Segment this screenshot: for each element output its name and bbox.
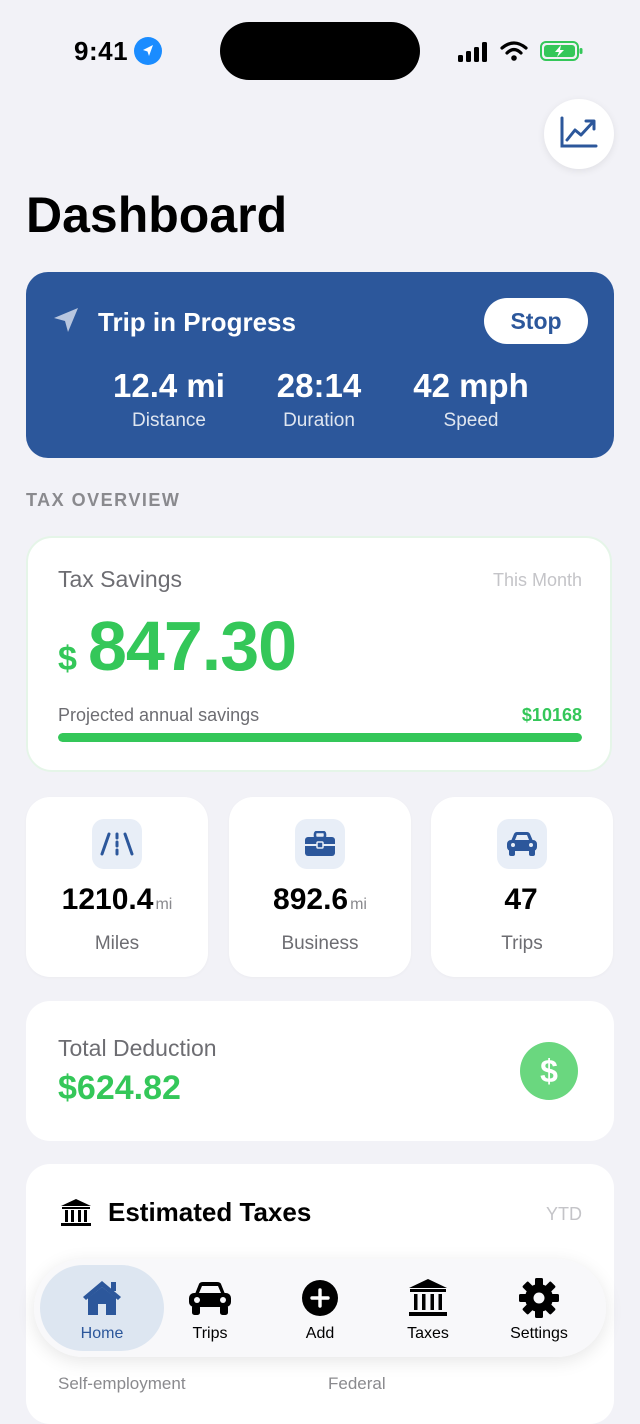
- trip-stat-value: 12.4 mi: [113, 367, 225, 404]
- car-icon: [187, 1277, 233, 1319]
- dollar-icon: $: [520, 1042, 578, 1100]
- chart-trend-icon: [560, 116, 598, 153]
- progress-fill: [58, 733, 582, 742]
- stat-number: 892.6: [273, 883, 349, 916]
- trip-stat-speed: 42 mph Speed: [404, 366, 538, 432]
- page-title: Dashboard: [26, 187, 288, 243]
- total-deduction-card[interactable]: Total Deduction $624.82 $: [26, 1001, 614, 1141]
- projected-savings-label: Projected annual savings: [58, 705, 260, 725]
- stat-unit: mi: [350, 896, 367, 913]
- tab-label: Settings: [510, 1325, 568, 1342]
- stat-value-business: 892.6 mi: [229, 883, 411, 917]
- tax-savings-currency: $: [58, 640, 77, 678]
- status-time: 9:41: [74, 36, 129, 66]
- stat-number: 47: [504, 883, 538, 916]
- tab-settings[interactable]: Settings: [484, 1259, 594, 1357]
- car-icon: [497, 819, 547, 869]
- tab-label: Add: [305, 1325, 335, 1342]
- house-icon: [80, 1277, 124, 1319]
- section-label-tax-overview: TAX OVERVIEW: [26, 490, 181, 510]
- estimated-taxes-title: Estimated Taxes: [108, 1197, 312, 1227]
- tab-bar: Home Trips Add Taxes Settings: [34, 1259, 606, 1357]
- road-icon: [92, 819, 142, 869]
- tax-savings-title: Tax Savings: [58, 566, 183, 592]
- trip-stat-distance: 12.4 mi Distance: [106, 366, 232, 432]
- dynamic-island: [220, 22, 420, 80]
- battery-charging-icon: [540, 40, 584, 67]
- estimated-taxes-period: YTD: [546, 1204, 582, 1224]
- navigation-arrow-icon: [52, 306, 80, 339]
- projected-savings-progress: [58, 733, 582, 742]
- stat-value-miles: 1210.4 mi: [26, 883, 208, 917]
- cellular-signal-icon: [458, 42, 490, 67]
- stat-card-miles[interactable]: 1210.4 mi Miles: [26, 797, 208, 977]
- stat-card-trips[interactable]: 47 Trips: [431, 797, 613, 977]
- gear-icon: [519, 1277, 559, 1319]
- analytics-button[interactable]: [544, 99, 614, 169]
- stop-trip-button[interactable]: Stop: [484, 298, 588, 344]
- tab-home[interactable]: Home: [40, 1265, 164, 1351]
- tab-label: Trips: [192, 1325, 228, 1342]
- tab-trips[interactable]: Trips: [155, 1259, 265, 1357]
- wifi-icon: [500, 40, 528, 67]
- bank-icon: [60, 1198, 92, 1233]
- trip-stat-label: Speed: [443, 410, 499, 431]
- briefcase-icon: [295, 819, 345, 869]
- projected-savings-value: $10168: [521, 705, 582, 725]
- trip-stat-value: 42 mph: [413, 367, 529, 404]
- trip-stat-duration: 28:14 Duration: [264, 366, 374, 432]
- total-deduction-value: $624.82: [58, 1069, 181, 1107]
- trip-stat-value: 28:14: [276, 367, 362, 404]
- bank-icon: [408, 1277, 448, 1319]
- trip-stat-label: Distance: [132, 410, 206, 431]
- tab-add[interactable]: Add: [265, 1259, 375, 1357]
- stat-unit: mi: [155, 896, 173, 913]
- trip-header: Trip in Progress: [52, 306, 296, 339]
- total-deduction-label: Total Deduction: [58, 1035, 217, 1061]
- status-bar: 9:41: [0, 0, 640, 100]
- tab-taxes[interactable]: Taxes: [373, 1259, 483, 1357]
- tab-label: Home: [80, 1325, 124, 1342]
- federal-label: Federal: [328, 1374, 386, 1393]
- stat-label-miles: Miles: [94, 933, 140, 954]
- trip-stat-label: Duration: [283, 410, 355, 431]
- stat-card-business[interactable]: 892.6 mi Business: [229, 797, 411, 977]
- tax-savings-period: This Month: [492, 570, 582, 590]
- stat-value-trips: 47: [431, 883, 613, 917]
- stat-label-business: Business: [281, 933, 359, 954]
- stat-label-trips: Trips: [501, 933, 543, 954]
- self-employment-label: Self-employment: [58, 1374, 186, 1393]
- tab-label: Taxes: [407, 1325, 449, 1342]
- plus-circle-icon: [301, 1277, 339, 1319]
- stat-number: 1210.4: [61, 883, 154, 916]
- tax-savings-amount: 847.30: [88, 607, 297, 685]
- location-arrow-icon: [134, 37, 162, 65]
- trip-title: Trip in Progress: [98, 307, 296, 337]
